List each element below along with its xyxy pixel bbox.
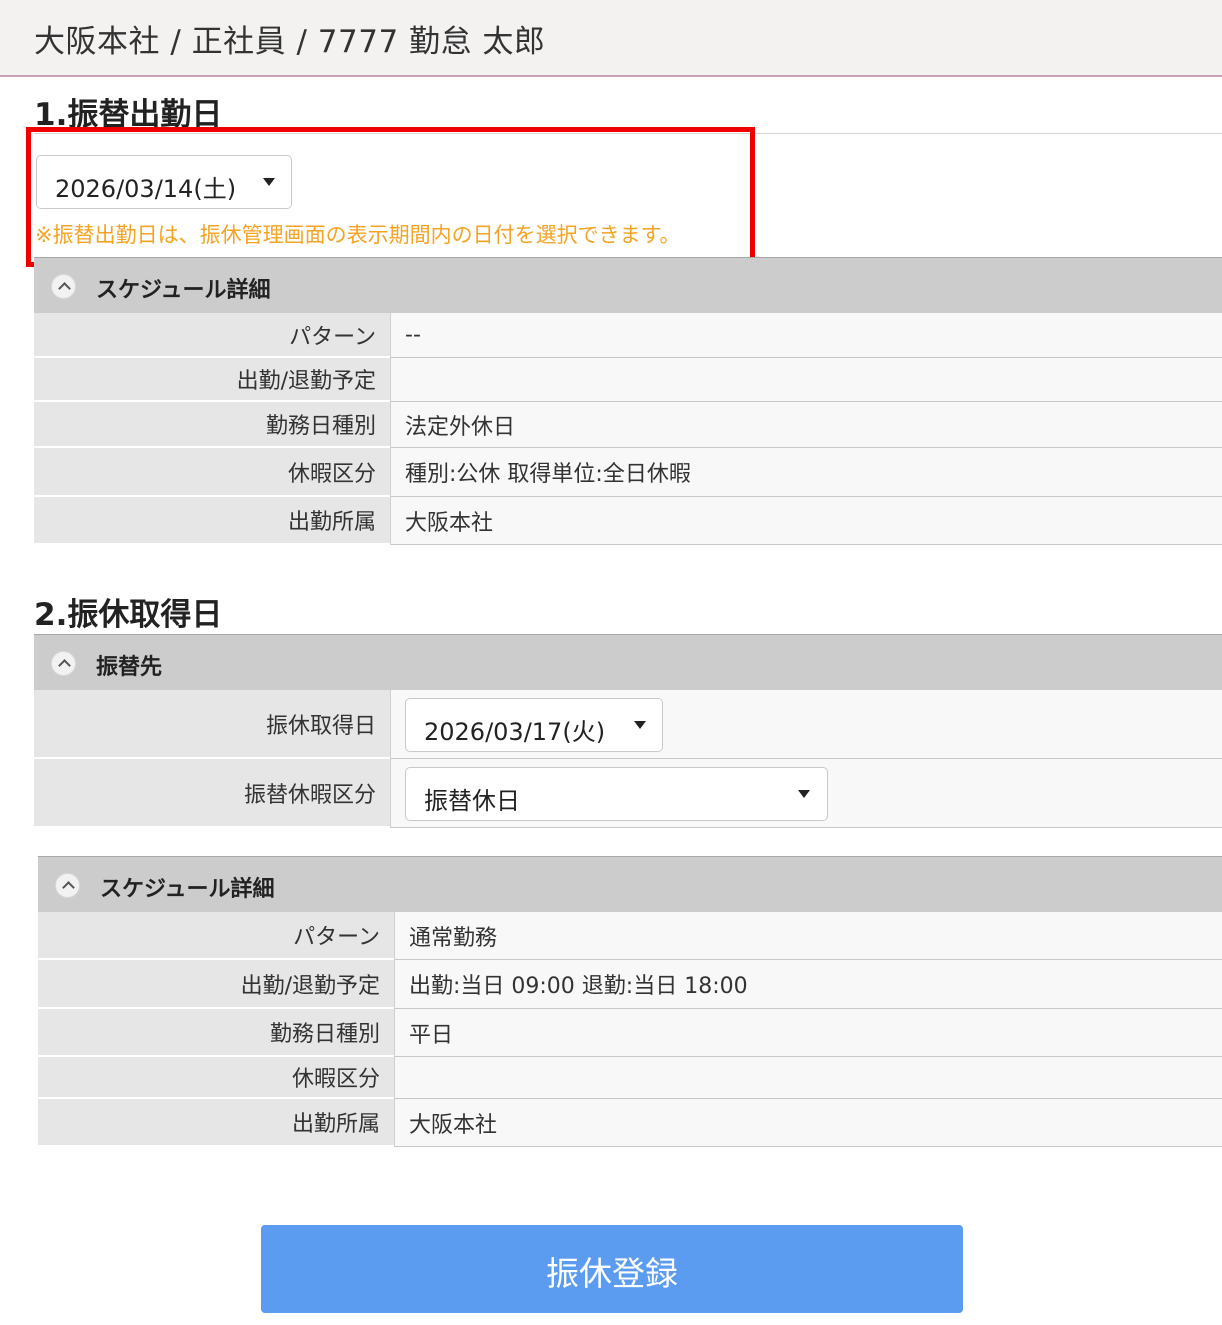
chevron-down-icon bbox=[634, 721, 646, 729]
table-row: 勤務日種別 平日 bbox=[38, 1009, 1222, 1057]
breadcrumb: 大阪本社 / 正社員 / 7777 勤怠 太郎 bbox=[34, 24, 546, 60]
row-label: 振替休暇区分 bbox=[243, 782, 376, 808]
row-label: 出勤/退勤予定 bbox=[240, 973, 380, 999]
register-substitute-holiday-button[interactable]: 振休登録 bbox=[261, 1225, 963, 1313]
table-row: 出勤/退勤予定 bbox=[34, 358, 1222, 402]
row-value: 法定外休日 bbox=[405, 414, 516, 440]
row-value: 通常勤務 bbox=[409, 925, 498, 951]
schedule-detail-header-2[interactable]: スケジュール詳細 bbox=[38, 856, 1222, 912]
transfer-destination-title: 振替先 bbox=[96, 655, 163, 680]
row-value: -- bbox=[405, 322, 421, 348]
substitute-holiday-date-select[interactable]: 2026/03/17(火) bbox=[405, 698, 663, 752]
table-row: 出勤/退勤予定 出勤:当日 09:00 退勤:当日 18:00 bbox=[38, 960, 1222, 1009]
row-label: 勤務日種別 bbox=[269, 1022, 380, 1047]
row-label: 出勤所属 bbox=[291, 1112, 380, 1137]
chevron-down-icon bbox=[798, 790, 810, 798]
row-value: 出勤:当日 09:00 退勤:当日 18:00 bbox=[409, 974, 748, 999]
row-label: 振休取得日 bbox=[265, 713, 376, 739]
row-label: 出勤/退勤予定 bbox=[236, 369, 376, 394]
submit-label: 振休登録 bbox=[546, 1254, 678, 1293]
schedule-detail-header-1[interactable]: スケジュール詳細 bbox=[34, 257, 1222, 313]
table-row: 出勤所属 大阪本社 bbox=[38, 1099, 1222, 1147]
row-label: 勤務日種別 bbox=[265, 414, 376, 439]
leave-type-select[interactable]: 振替休日 bbox=[405, 767, 828, 821]
transfer-destination-header[interactable]: 振替先 bbox=[34, 634, 1222, 690]
schedule-detail-title: スケジュール詳細 bbox=[96, 278, 271, 303]
row-label: 休暇区分 bbox=[287, 461, 376, 487]
table-row: パターン -- bbox=[34, 313, 1222, 358]
row-label: パターン bbox=[293, 925, 380, 950]
table-row: 出勤所属 大阪本社 bbox=[34, 497, 1222, 545]
row-value: 大阪本社 bbox=[405, 510, 494, 536]
row-value: 種別:公休 取得単位:全日休暇 bbox=[405, 462, 691, 487]
table-row: 休暇区分 種別:公休 取得単位:全日休暇 bbox=[34, 448, 1222, 497]
table-row: パターン 通常勤務 bbox=[38, 912, 1222, 960]
row-value: 平日 bbox=[409, 1022, 454, 1048]
row-value: 大阪本社 bbox=[409, 1112, 498, 1138]
section-title-substitute-holiday: 2.振休取得日 bbox=[34, 597, 223, 633]
row-label: 休暇区分 bbox=[291, 1067, 380, 1092]
collapse-icon[interactable] bbox=[55, 873, 80, 898]
substitute-holiday-date-value: 2026/03/17(火) bbox=[424, 718, 606, 746]
row-label: 出勤所属 bbox=[287, 510, 376, 535]
table-row: 勤務日種別 法定外休日 bbox=[34, 402, 1222, 448]
leave-type-value: 振替休日 bbox=[424, 787, 520, 815]
highlight-box bbox=[26, 127, 755, 267]
collapse-icon[interactable] bbox=[51, 274, 76, 299]
schedule-detail-title: スケジュール詳細 bbox=[100, 877, 275, 902]
table-row: 休暇区分 bbox=[38, 1057, 1222, 1099]
collapse-icon[interactable] bbox=[51, 651, 76, 676]
row-label: パターン bbox=[289, 324, 376, 350]
page-header: 大阪本社 / 正社員 / 7777 勤怠 太郎 bbox=[0, 0, 1222, 77]
